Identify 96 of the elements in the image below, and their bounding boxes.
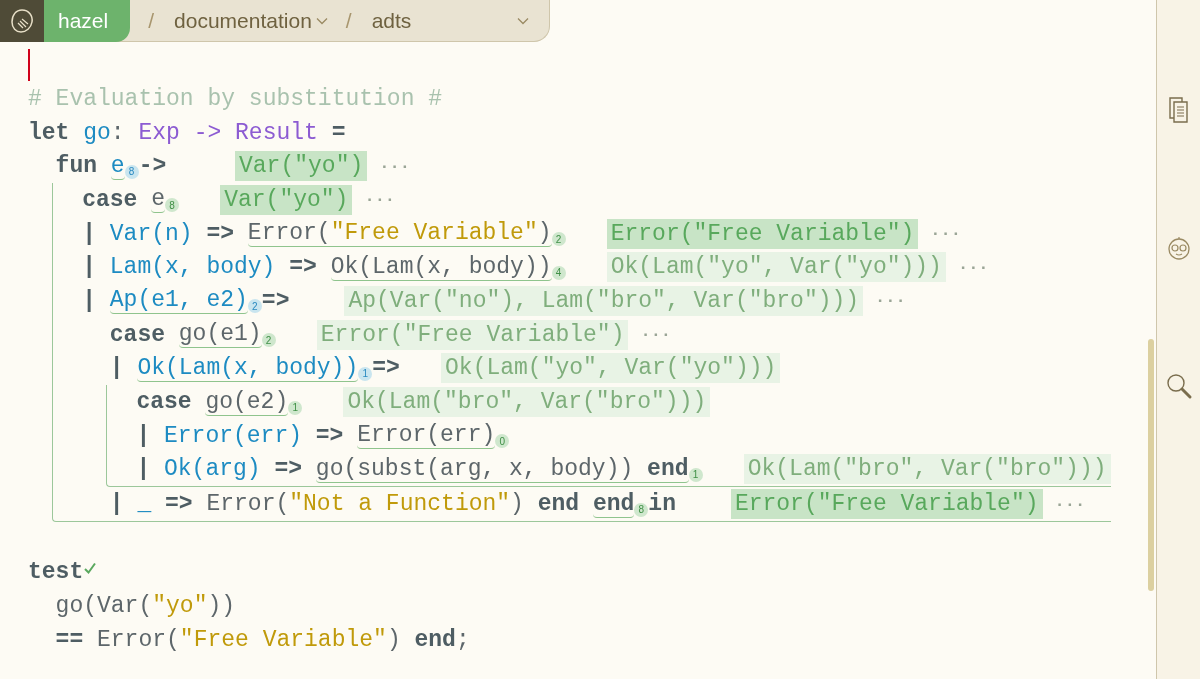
evaluation-result[interactable]: Error("Free Variable") [730,489,1043,520]
probed-expression[interactable]: e [110,152,125,180]
evaluation-result[interactable]: Ok(Lam("bro", Var("bro"))) [343,387,711,418]
more-ellipsis[interactable]: ··· [957,257,989,277]
probe-count-badge[interactable]: 8 [165,198,179,213]
probe-count-badge[interactable]: 8 [634,502,649,517]
evaluation-result[interactable]: Error("Free Variable") [316,319,629,350]
probe-count-badge[interactable]: 2 [247,299,262,314]
code-token: ; [455,626,470,653]
code-token: fun [55,153,98,180]
breadcrumb-link[interactable]: documentation [174,8,312,33]
probed-expression[interactable]: e [151,186,165,214]
code-token: => [372,355,400,382]
code-token: _ [137,491,152,518]
probe-count-badge[interactable]: 1 [358,366,373,381]
code-token: => [273,456,304,483]
code-token: Error( [206,491,290,518]
code-token: )) [207,593,236,620]
probe-count-badge[interactable]: 1 [688,467,703,482]
code-token: | [136,456,152,483]
probe-count-badge[interactable]: 0 [495,434,510,449]
app-tab[interactable]: hazel [44,0,131,42]
code-token: ) [510,491,525,518]
code-token: | [82,220,97,247]
scrollbar-thumb[interactable] [1148,339,1154,591]
code-token: end [537,491,581,518]
code-token: = [331,119,346,146]
code-token: Lam(x, body) [109,254,276,281]
search-icon[interactable] [1164,372,1193,400]
text-cursor [28,49,30,81]
code-token: end [414,626,456,653]
probed-expression[interactable]: go(e1) [178,321,262,349]
probed-expression[interactable]: Error("Free Variable") [247,220,552,248]
probed-expression[interactable]: go(subst(arg, x, body)) end [315,455,689,483]
code-token: "yo" [152,593,208,620]
code-token: go(Var( [55,593,153,620]
code-token: : [110,119,126,146]
path-separator: / [148,8,155,33]
code-token: | [82,287,97,314]
code-token: => [314,422,345,449]
code-token: Error(err) [164,422,302,449]
code-token: | [82,254,97,281]
code-token: | [136,422,152,449]
probed-expression[interactable]: Error(err) [357,422,496,450]
code-comment: # Evaluation by substitution # [28,85,443,112]
code-token: | [109,355,125,382]
code-token: => [261,287,290,314]
code-token: == [55,626,85,653]
code-token: => [164,491,194,518]
code-token: case [109,321,166,348]
code-token: => [288,254,318,281]
more-ellipsis[interactable]: ··· [640,325,672,345]
document-icon[interactable] [1166,96,1191,124]
more-ellipsis[interactable]: ··· [1054,494,1086,514]
probe-count-badge[interactable]: 4 [551,265,566,280]
probed-expression[interactable]: Ap(e1, e2) [109,287,248,315]
chevron-down-icon[interactable] [315,16,328,25]
path-separator: / [345,8,352,33]
evaluation-result[interactable]: Var("yo") [220,184,353,215]
code-token: in [648,491,676,518]
more-ellipsis[interactable]: ··· [930,224,961,244]
evaluation-result[interactable]: Ok(Lam("yo", Var("yo"))) [606,252,946,283]
more-ellipsis[interactable]: ··· [364,190,396,210]
code-token: let [28,119,71,146]
code-token: "Free Variable" [179,626,387,653]
probe-count-badge[interactable]: 8 [124,164,139,179]
logo-icon[interactable] [0,0,44,42]
code-token: -> [138,153,167,180]
more-ellipsis[interactable]: ··· [875,291,906,311]
probed-expression[interactable]: Ok(Lam(x, body)) [330,253,552,281]
probed-expression[interactable]: Ok(Lam(x, body)) [137,354,359,382]
evaluation-result[interactable]: Ap(Var("no"), Lam("bro", Var("bro"))) [344,285,864,316]
code-token: case [136,389,193,416]
code-token: Var(n) [109,220,193,247]
probed-expression[interactable]: go(e2) [205,388,289,416]
probe-count-badge[interactable]: 2 [551,232,566,247]
probe-count-badge[interactable]: 1 [288,400,303,415]
code-token: Error( [97,626,180,653]
code-token: | [109,491,125,518]
code-token: test [28,559,84,586]
evaluation-result[interactable]: Ok(Lam("bro", Var("bro"))) [743,454,1111,485]
probe-count-badge[interactable]: 2 [261,333,276,348]
evaluation-result[interactable]: Var("yo") [235,151,368,182]
breadcrumb-link[interactable]: adts [371,8,412,33]
evaluation-result[interactable]: Ok(Lam("yo", Var("yo"))) [441,353,781,384]
code-token: go [83,119,111,146]
code-token: ) [386,626,402,653]
code-token: "Not a Function" [289,491,511,518]
code-token: Ok(arg) [164,456,261,483]
probed-expression[interactable]: end [592,490,635,518]
code-token: Exp -> Result [138,119,319,146]
code-token: => [205,220,236,247]
code-token: case [82,186,139,213]
chevron-down-icon[interactable] [517,16,529,25]
evaluation-result[interactable]: Error("Free Variable") [606,218,919,249]
more-ellipsis[interactable]: ··· [379,156,410,176]
